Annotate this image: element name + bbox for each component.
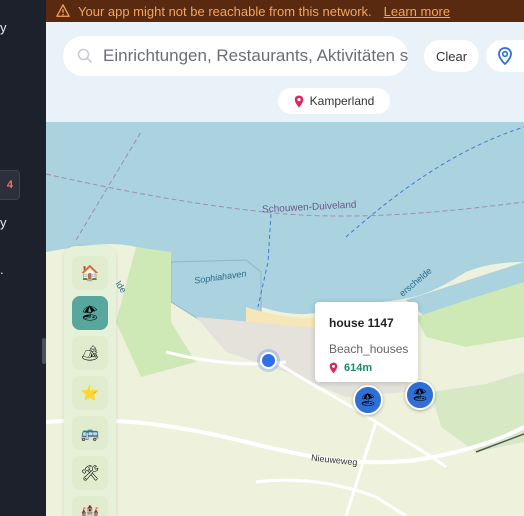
category-transport-button[interactable]: 🚌 bbox=[72, 416, 108, 450]
badge-count: 4 bbox=[6, 179, 13, 191]
chip-label: Kamperland bbox=[309, 94, 375, 108]
left-sidebar: y 4 y . bbox=[0, 0, 46, 516]
beach-house-marker[interactable]: 🏖 bbox=[353, 385, 383, 415]
warning-icon bbox=[56, 4, 70, 17]
category-camping-button[interactable]: 🏕 bbox=[72, 336, 108, 370]
star-icon: ⭐ bbox=[80, 385, 100, 402]
pin-icon bbox=[329, 362, 338, 374]
search-box[interactable] bbox=[63, 36, 408, 76]
place-popup[interactable]: house 1147 Beach_houses 614m bbox=[315, 302, 418, 382]
beach-icon: 🏖 bbox=[411, 387, 429, 402]
clear-button[interactable]: Clear bbox=[424, 40, 479, 72]
search-icon bbox=[77, 48, 93, 64]
pin-icon bbox=[294, 95, 303, 107]
sidebar-text-fragment: y bbox=[0, 215, 7, 230]
location-filter-chip[interactable]: Kamperland bbox=[278, 88, 390, 114]
map-canvas[interactable]: Schouwen-Duiveland Sophiahaven Nieuweweg… bbox=[46, 122, 524, 516]
app-root: y 4 y . Your app might not be reachable … bbox=[0, 0, 524, 516]
location-pin-icon bbox=[498, 47, 512, 65]
user-location-dot bbox=[260, 352, 277, 369]
home-icon: 🏠 bbox=[80, 265, 100, 282]
camping-icon: 🏕 bbox=[80, 345, 100, 362]
sidebar-text-fragment: y bbox=[0, 20, 7, 35]
beach-icon: 🏖 bbox=[80, 305, 100, 322]
network-warning-bar: Your app might not be reachable from thi… bbox=[46, 0, 524, 22]
location-button[interactable] bbox=[486, 40, 524, 72]
category-tools-button[interactable]: 🛠 bbox=[72, 456, 108, 490]
tools-icon: 🛠 bbox=[80, 465, 100, 482]
popup-type: Beach_houses bbox=[329, 342, 409, 356]
bus-icon: 🚌 bbox=[80, 425, 100, 442]
category-home-button[interactable]: 🏠 bbox=[72, 256, 108, 290]
search-input[interactable] bbox=[103, 46, 408, 66]
beach-house-marker[interactable]: 🏖 bbox=[405, 380, 435, 410]
category-beach-button[interactable]: 🏖 bbox=[72, 296, 108, 330]
distance-value: 614m bbox=[344, 362, 373, 374]
map-svg bbox=[46, 122, 524, 516]
search-panel: Clear Kamperland bbox=[46, 22, 524, 122]
category-more-button[interactable]: 🏰 bbox=[72, 496, 108, 516]
warning-message: Your app might not be reachable from thi… bbox=[78, 3, 372, 19]
category-favorites-button[interactable]: ⭐ bbox=[72, 376, 108, 410]
sidebar-count-badge[interactable]: 4 bbox=[0, 170, 20, 200]
castle-icon: 🏰 bbox=[80, 505, 100, 516]
sidebar-text-fragment: . bbox=[0, 262, 4, 277]
popup-distance: 614m bbox=[329, 362, 418, 374]
beach-icon: 🏖 bbox=[359, 392, 377, 407]
category-rail: 🏠 🏖 🏕 ⭐ 🚌 🛠 🏰 bbox=[64, 246, 116, 516]
learn-more-link[interactable]: Learn more bbox=[384, 4, 450, 19]
popup-title: house 1147 bbox=[329, 316, 394, 330]
